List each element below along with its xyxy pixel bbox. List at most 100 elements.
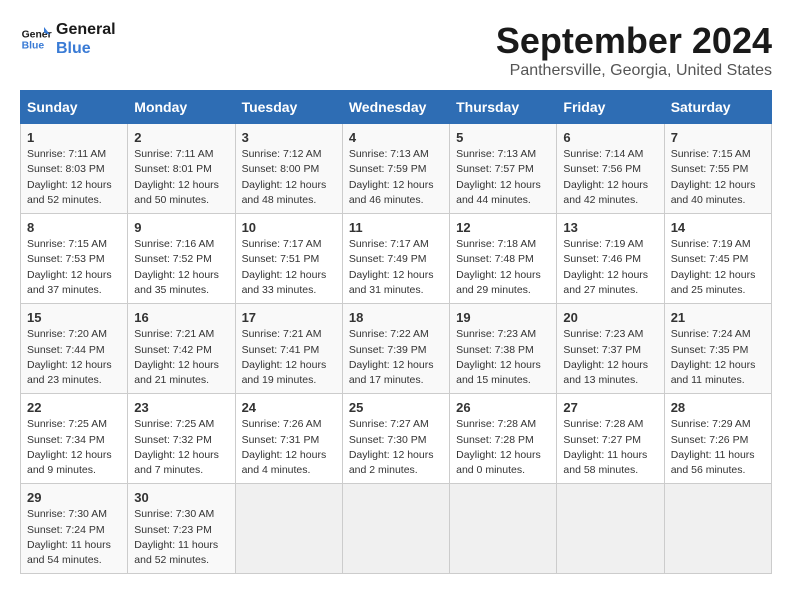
day-info: Sunrise: 7:17 AM Sunset: 7:51 PM Dayligh…: [242, 237, 336, 298]
day-number: 26: [456, 399, 550, 417]
day-number: 21: [671, 309, 765, 327]
day-info: Sunrise: 7:21 AM Sunset: 7:42 PM Dayligh…: [134, 327, 228, 388]
day-info: Sunrise: 7:29 AM Sunset: 7:26 PM Dayligh…: [671, 417, 765, 478]
calendar-cell: 30Sunrise: 7:30 AM Sunset: 7:23 PM Dayli…: [128, 484, 235, 574]
cell-content: 6Sunrise: 7:14 AM Sunset: 7:56 PM Daylig…: [563, 129, 657, 208]
calendar-cell: 22Sunrise: 7:25 AM Sunset: 7:34 PM Dayli…: [21, 394, 128, 484]
day-number: 6: [563, 129, 657, 147]
calendar-cell: 8Sunrise: 7:15 AM Sunset: 7:53 PM Daylig…: [21, 214, 128, 304]
calendar-week-row: 15Sunrise: 7:20 AM Sunset: 7:44 PM Dayli…: [21, 304, 772, 394]
cell-content: 26Sunrise: 7:28 AM Sunset: 7:28 PM Dayli…: [456, 399, 550, 478]
day-info: Sunrise: 7:19 AM Sunset: 7:46 PM Dayligh…: [563, 237, 657, 298]
day-number: 25: [349, 399, 443, 417]
day-number: 9: [134, 219, 228, 237]
day-info: Sunrise: 7:12 AM Sunset: 8:00 PM Dayligh…: [242, 147, 336, 208]
cell-content: 21Sunrise: 7:24 AM Sunset: 7:35 PM Dayli…: [671, 309, 765, 388]
cell-content: 27Sunrise: 7:28 AM Sunset: 7:27 PM Dayli…: [563, 399, 657, 478]
day-info: Sunrise: 7:27 AM Sunset: 7:30 PM Dayligh…: [349, 417, 443, 478]
cell-content: 9Sunrise: 7:16 AM Sunset: 7:52 PM Daylig…: [134, 219, 228, 298]
calendar-cell: 27Sunrise: 7:28 AM Sunset: 7:27 PM Dayli…: [557, 394, 664, 484]
weekday-header: Monday: [128, 91, 235, 124]
calendar-cell: 15Sunrise: 7:20 AM Sunset: 7:44 PM Dayli…: [21, 304, 128, 394]
calendar-week-row: 1Sunrise: 7:11 AM Sunset: 8:03 PM Daylig…: [21, 124, 772, 214]
calendar-cell: 3Sunrise: 7:12 AM Sunset: 8:00 PM Daylig…: [235, 124, 342, 214]
weekday-header: Saturday: [664, 91, 771, 124]
calendar-cell: 10Sunrise: 7:17 AM Sunset: 7:51 PM Dayli…: [235, 214, 342, 304]
day-number: 15: [27, 309, 121, 327]
svg-text:General: General: [22, 30, 52, 41]
title-area: September 2024 Panthersville, Georgia, U…: [496, 20, 772, 80]
cell-content: 10Sunrise: 7:17 AM Sunset: 7:51 PM Dayli…: [242, 219, 336, 298]
day-number: 14: [671, 219, 765, 237]
day-number: 5: [456, 129, 550, 147]
weekday-header-row: SundayMondayTuesdayWednesdayThursdayFrid…: [21, 91, 772, 124]
calendar-title: September 2024: [496, 20, 772, 62]
calendar-cell: 9Sunrise: 7:16 AM Sunset: 7:52 PM Daylig…: [128, 214, 235, 304]
day-number: 3: [242, 129, 336, 147]
weekday-header: Wednesday: [342, 91, 449, 124]
calendar-cell: 16Sunrise: 7:21 AM Sunset: 7:42 PM Dayli…: [128, 304, 235, 394]
calendar-table: SundayMondayTuesdayWednesdayThursdayFrid…: [20, 90, 772, 574]
day-number: 30: [134, 489, 228, 507]
cell-content: 28Sunrise: 7:29 AM Sunset: 7:26 PM Dayli…: [671, 399, 765, 478]
day-info: Sunrise: 7:19 AM Sunset: 7:45 PM Dayligh…: [671, 237, 765, 298]
calendar-cell: [235, 484, 342, 574]
cell-content: 30Sunrise: 7:30 AM Sunset: 7:23 PM Dayli…: [134, 489, 228, 568]
calendar-cell: 13Sunrise: 7:19 AM Sunset: 7:46 PM Dayli…: [557, 214, 664, 304]
calendar-cell: 18Sunrise: 7:22 AM Sunset: 7:39 PM Dayli…: [342, 304, 449, 394]
day-info: Sunrise: 7:15 AM Sunset: 7:53 PM Dayligh…: [27, 237, 121, 298]
day-info: Sunrise: 7:25 AM Sunset: 7:34 PM Dayligh…: [27, 417, 121, 478]
cell-content: 23Sunrise: 7:25 AM Sunset: 7:32 PM Dayli…: [134, 399, 228, 478]
calendar-week-row: 29Sunrise: 7:30 AM Sunset: 7:24 PM Dayli…: [21, 484, 772, 574]
calendar-cell: 19Sunrise: 7:23 AM Sunset: 7:38 PM Dayli…: [450, 304, 557, 394]
day-info: Sunrise: 7:14 AM Sunset: 7:56 PM Dayligh…: [563, 147, 657, 208]
day-info: Sunrise: 7:13 AM Sunset: 7:57 PM Dayligh…: [456, 147, 550, 208]
day-info: Sunrise: 7:26 AM Sunset: 7:31 PM Dayligh…: [242, 417, 336, 478]
cell-content: 14Sunrise: 7:19 AM Sunset: 7:45 PM Dayli…: [671, 219, 765, 298]
day-number: 22: [27, 399, 121, 417]
logo-icon: General Blue: [20, 23, 52, 55]
calendar-cell: 2Sunrise: 7:11 AM Sunset: 8:01 PM Daylig…: [128, 124, 235, 214]
weekday-header: Sunday: [21, 91, 128, 124]
day-info: Sunrise: 7:21 AM Sunset: 7:41 PM Dayligh…: [242, 327, 336, 388]
day-info: Sunrise: 7:23 AM Sunset: 7:38 PM Dayligh…: [456, 327, 550, 388]
day-number: 13: [563, 219, 657, 237]
day-info: Sunrise: 7:18 AM Sunset: 7:48 PM Dayligh…: [456, 237, 550, 298]
day-info: Sunrise: 7:22 AM Sunset: 7:39 PM Dayligh…: [349, 327, 443, 388]
day-info: Sunrise: 7:11 AM Sunset: 8:01 PM Dayligh…: [134, 147, 228, 208]
day-number: 16: [134, 309, 228, 327]
cell-content: 29Sunrise: 7:30 AM Sunset: 7:24 PM Dayli…: [27, 489, 121, 568]
day-number: 18: [349, 309, 443, 327]
cell-content: 4Sunrise: 7:13 AM Sunset: 7:59 PM Daylig…: [349, 129, 443, 208]
day-number: 23: [134, 399, 228, 417]
cell-content: 22Sunrise: 7:25 AM Sunset: 7:34 PM Dayli…: [27, 399, 121, 478]
day-number: 4: [349, 129, 443, 147]
day-info: Sunrise: 7:20 AM Sunset: 7:44 PM Dayligh…: [27, 327, 121, 388]
cell-content: 18Sunrise: 7:22 AM Sunset: 7:39 PM Dayli…: [349, 309, 443, 388]
calendar-cell: 4Sunrise: 7:13 AM Sunset: 7:59 PM Daylig…: [342, 124, 449, 214]
calendar-cell: 26Sunrise: 7:28 AM Sunset: 7:28 PM Dayli…: [450, 394, 557, 484]
day-info: Sunrise: 7:16 AM Sunset: 7:52 PM Dayligh…: [134, 237, 228, 298]
day-info: Sunrise: 7:30 AM Sunset: 7:24 PM Dayligh…: [27, 507, 121, 568]
cell-content: 15Sunrise: 7:20 AM Sunset: 7:44 PM Dayli…: [27, 309, 121, 388]
cell-content: 7Sunrise: 7:15 AM Sunset: 7:55 PM Daylig…: [671, 129, 765, 208]
day-info: Sunrise: 7:30 AM Sunset: 7:23 PM Dayligh…: [134, 507, 228, 568]
day-number: 2: [134, 129, 228, 147]
day-info: Sunrise: 7:24 AM Sunset: 7:35 PM Dayligh…: [671, 327, 765, 388]
day-info: Sunrise: 7:23 AM Sunset: 7:37 PM Dayligh…: [563, 327, 657, 388]
day-number: 8: [27, 219, 121, 237]
cell-content: 20Sunrise: 7:23 AM Sunset: 7:37 PM Dayli…: [563, 309, 657, 388]
logo-general: General: [56, 20, 116, 39]
cell-content: 17Sunrise: 7:21 AM Sunset: 7:41 PM Dayli…: [242, 309, 336, 388]
day-number: 17: [242, 309, 336, 327]
header: General Blue General Blue September 2024…: [20, 20, 772, 80]
day-info: Sunrise: 7:28 AM Sunset: 7:28 PM Dayligh…: [456, 417, 550, 478]
day-number: 28: [671, 399, 765, 417]
logo-blue: Blue: [56, 39, 116, 58]
calendar-cell: 11Sunrise: 7:17 AM Sunset: 7:49 PM Dayli…: [342, 214, 449, 304]
day-info: Sunrise: 7:15 AM Sunset: 7:55 PM Dayligh…: [671, 147, 765, 208]
calendar-week-row: 22Sunrise: 7:25 AM Sunset: 7:34 PM Dayli…: [21, 394, 772, 484]
calendar-subtitle: Panthersville, Georgia, United States: [496, 62, 772, 80]
cell-content: 25Sunrise: 7:27 AM Sunset: 7:30 PM Dayli…: [349, 399, 443, 478]
calendar-cell: [342, 484, 449, 574]
